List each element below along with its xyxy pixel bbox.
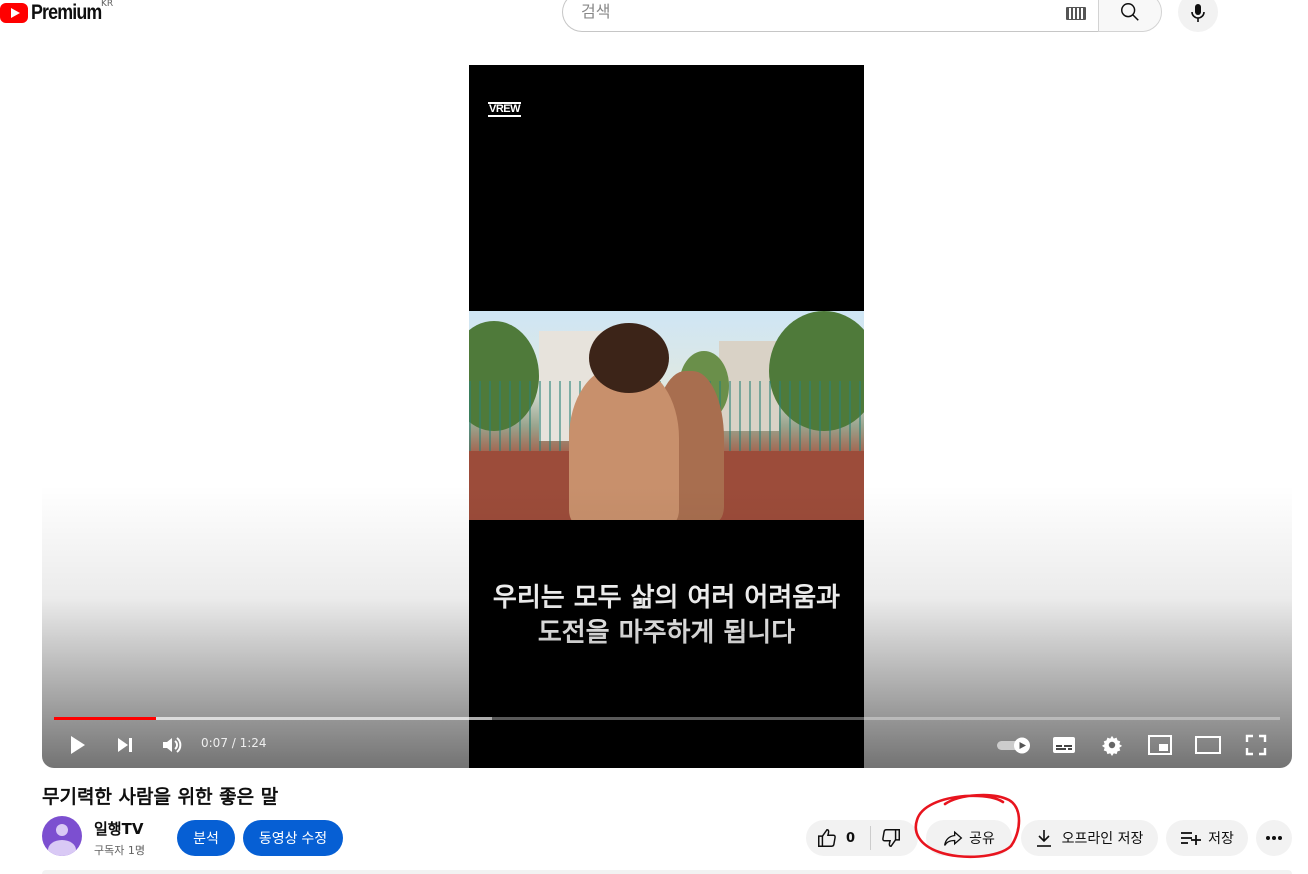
channel-name[interactable]: 일행TV <box>94 818 143 839</box>
playlist-add-icon <box>1181 832 1202 845</box>
autoplay-toggle[interactable] <box>994 728 1034 762</box>
dislike-button[interactable] <box>880 820 912 856</box>
like-count: 0 <box>846 830 856 846</box>
volume-icon <box>163 737 182 753</box>
save-label: 저장 <box>1208 831 1234 847</box>
play-button[interactable] <box>62 728 92 762</box>
video-subtitle: 우리는 모두 삶의 여러 어려움과 도전을 마주하게 됩니다 <box>469 581 864 651</box>
miniplayer-button[interactable] <box>1145 728 1175 762</box>
time-display: 0:07 / 1:24 <box>201 736 267 750</box>
next-button[interactable] <box>110 728 140 762</box>
download-button[interactable]: 오프라인 저장 <box>1021 820 1158 856</box>
like-dislike-group: 0 <box>806 820 918 856</box>
thumbs-up-icon <box>818 829 836 847</box>
voice-search-button[interactable] <box>1178 0 1218 32</box>
theater-mode-icon <box>1195 736 1221 754</box>
autoplay-toggle-icon <box>997 737 1030 754</box>
settings-button[interactable] <box>1097 728 1127 762</box>
mute-button[interactable] <box>157 728 187 762</box>
video-frame[interactable]: VREW 우리는 모두 삶의 여러 어려움과 도전을 마주하게 됩니다 <box>469 65 864 768</box>
subtitle-line-2: 도전을 마주하게 됩니다 <box>537 618 796 648</box>
logo-text: Premium <box>31 1 102 24</box>
search-input[interactable] <box>579 1 1063 22</box>
more-actions-button[interactable] <box>1256 820 1292 856</box>
search-icon <box>1121 3 1139 21</box>
share-icon <box>944 830 963 846</box>
channel-avatar[interactable] <box>42 816 82 856</box>
video-scene-image <box>469 311 864 520</box>
more-horizontal-icon <box>1266 836 1282 840</box>
search-button[interactable] <box>1098 0 1162 32</box>
youtube-premium-logo[interactable]: Premium <box>0 0 114 26</box>
save-button[interactable]: 저장 <box>1166 820 1248 856</box>
progress-played <box>54 717 156 720</box>
video-title: 무기력한 사람을 위한 좋은 말 <box>42 786 279 808</box>
fullscreen-button[interactable] <box>1241 728 1271 762</box>
next-icon <box>118 738 132 752</box>
subtitle-line-1: 우리는 모두 삶의 여러 어려움과 <box>492 583 841 613</box>
play-icon <box>71 736 85 754</box>
like-divider <box>870 826 871 850</box>
subscriber-count: 구독자 1명 <box>94 844 145 857</box>
download-icon <box>1036 830 1051 847</box>
miniplayer-icon <box>1148 735 1172 755</box>
like-button[interactable]: 0 <box>816 820 868 856</box>
subtitles-icon <box>1053 737 1075 753</box>
download-label: 오프라인 저장 <box>1061 831 1144 847</box>
fullscreen-icon <box>1245 734 1267 756</box>
microphone-icon <box>1191 4 1205 22</box>
keyboard-icon[interactable] <box>1066 7 1086 20</box>
edit-video-button[interactable]: 동영상 수정 <box>243 820 343 856</box>
video-player[interactable]: VREW 우리는 모두 삶의 여러 어려움과 도전을 마주하게 됩니다 0:07… <box>42 65 1292 768</box>
description-box-edge <box>42 870 1292 874</box>
subtitles-button[interactable] <box>1049 728 1079 762</box>
share-button[interactable]: 공유 <box>926 820 1012 856</box>
country-code: KR <box>101 0 114 9</box>
youtube-play-logo-icon <box>0 3 28 23</box>
search-box <box>562 0 1098 32</box>
progress-bar[interactable] <box>54 717 1280 720</box>
gear-icon <box>1101 735 1123 756</box>
vrew-watermark: VREW <box>488 102 521 117</box>
theater-mode-button[interactable] <box>1192 728 1224 762</box>
thumbs-down-icon <box>882 829 900 847</box>
analytics-button[interactable]: 분석 <box>177 820 235 856</box>
share-label: 공유 <box>969 831 995 847</box>
